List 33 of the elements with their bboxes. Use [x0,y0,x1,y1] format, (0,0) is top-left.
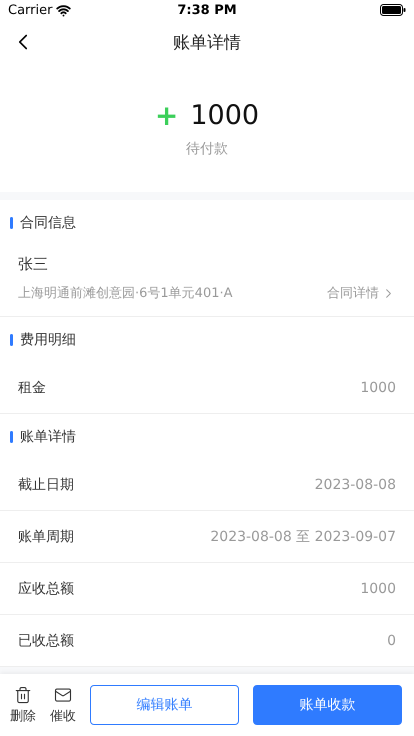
delete-button[interactable]: 删除 [10,686,36,724]
battery-icon [380,4,406,16]
address: 上海明通前滩创意园·6号1单元401·A [18,285,233,302]
row-value: 2023-08-08 至 2023-09-07 [210,528,396,546]
page-title: 账单详情 [173,32,241,54]
collect-payment-button[interactable]: 账单收款 [253,685,402,725]
status-time: 7:38 PM [177,2,237,18]
carrier-label: Carrier [8,2,52,18]
section-heading: 账单详情 [20,428,76,446]
row-label: 账单周期 [18,528,74,546]
remind-button[interactable]: 催收 [50,686,76,724]
trash-icon [14,686,32,704]
section-heading: 费用明细 [20,330,76,348]
section-marker [10,334,13,346]
row-label: 应收总额 [18,580,74,598]
plus-sign: + [154,98,178,132]
edit-bill-button[interactable]: 编辑账单 [90,685,239,725]
row-value: 1000 [360,580,396,596]
envelope-icon [54,686,72,704]
contract-details-link[interactable]: 合同详情 [327,284,396,302]
row-value: 2023-08-08 [314,476,396,492]
section-heading: 合同信息 [20,214,76,232]
row-label: 截止日期 [18,476,74,494]
payment-status: 待付款 [186,140,228,158]
wifi-icon [56,2,72,18]
row-value: 0 [387,632,396,648]
section-marker [10,430,13,442]
tenant-name: 张三 [18,255,49,274]
row-label: 已收总额 [18,632,74,650]
row-label: 租金 [18,378,46,396]
amount: 1000 [190,100,260,130]
row-value: 1000 [360,380,396,396]
section-marker [10,216,13,228]
